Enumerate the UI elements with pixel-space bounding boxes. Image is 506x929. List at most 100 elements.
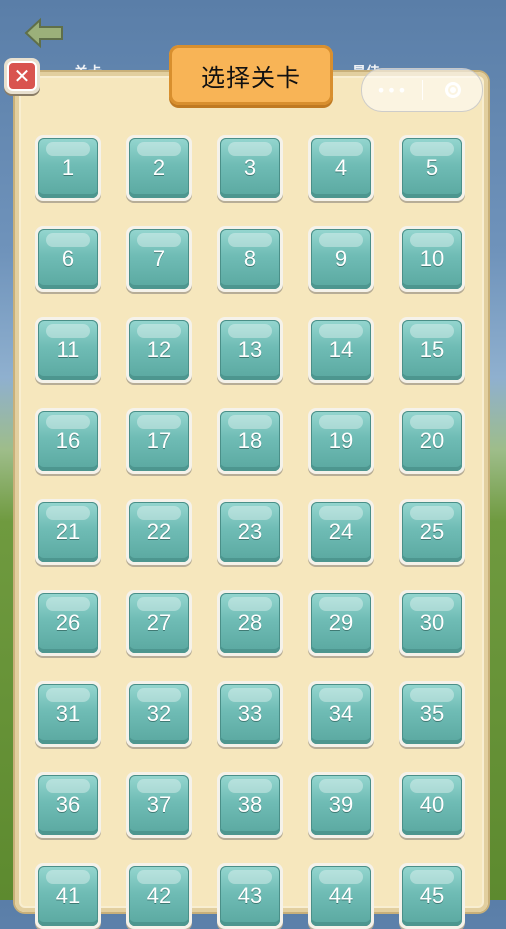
- level-button[interactable]: 36: [35, 772, 101, 838]
- level-button[interactable]: 45: [399, 863, 465, 929]
- level-number: 4: [334, 155, 348, 180]
- level-number: 45: [419, 883, 445, 908]
- level-button[interactable]: 22: [126, 499, 192, 565]
- level-button-face: 44: [311, 866, 371, 926]
- level-button-face: 7: [129, 229, 189, 289]
- level-button-face: 12: [129, 320, 189, 380]
- level-number: 12: [146, 337, 172, 362]
- level-number: 43: [237, 883, 263, 908]
- level-button-face: 45: [402, 866, 462, 926]
- level-button-face: 10: [402, 229, 462, 289]
- level-number: 6: [61, 246, 75, 271]
- level-button[interactable]: 30: [399, 590, 465, 656]
- level-button[interactable]: 43: [217, 863, 283, 929]
- level-button[interactable]: 15: [399, 317, 465, 383]
- level-button[interactable]: 21: [35, 499, 101, 565]
- level-button[interactable]: 18: [217, 408, 283, 474]
- level-button[interactable]: 34: [308, 681, 374, 747]
- level-button-face: 15: [402, 320, 462, 380]
- level-number: 37: [146, 792, 172, 817]
- level-button[interactable]: 12: [126, 317, 192, 383]
- level-button[interactable]: 17: [126, 408, 192, 474]
- level-button[interactable]: 29: [308, 590, 374, 656]
- level-button-face: 20: [402, 411, 462, 471]
- level-button[interactable]: 28: [217, 590, 283, 656]
- level-button-face: 19: [311, 411, 371, 471]
- level-number: 14: [328, 337, 354, 362]
- level-number: 23: [237, 519, 263, 544]
- level-number: 42: [146, 883, 172, 908]
- level-button[interactable]: 40: [399, 772, 465, 838]
- level-number: 18: [237, 428, 263, 453]
- level-button[interactable]: 27: [126, 590, 192, 656]
- level-button-face: 16: [38, 411, 98, 471]
- level-number: 28: [237, 610, 263, 635]
- level-number: 39: [328, 792, 354, 817]
- level-number: 40: [419, 792, 445, 817]
- level-button[interactable]: 5: [399, 135, 465, 201]
- level-button[interactable]: 41: [35, 863, 101, 929]
- level-button-face: 14: [311, 320, 371, 380]
- level-button-face: 23: [220, 502, 280, 562]
- level-number: 17: [146, 428, 172, 453]
- level-button-face: 42: [129, 866, 189, 926]
- level-number: 29: [328, 610, 354, 635]
- level-button[interactable]: 35: [399, 681, 465, 747]
- level-button[interactable]: 32: [126, 681, 192, 747]
- level-button[interactable]: 31: [35, 681, 101, 747]
- level-button-face: 13: [220, 320, 280, 380]
- level-button[interactable]: 10: [399, 226, 465, 292]
- level-button[interactable]: 16: [35, 408, 101, 474]
- level-button-face: 2: [129, 138, 189, 198]
- level-button-face: 5: [402, 138, 462, 198]
- level-button[interactable]: 44: [308, 863, 374, 929]
- level-button[interactable]: 20: [399, 408, 465, 474]
- level-button[interactable]: 39: [308, 772, 374, 838]
- level-button-face: 30: [402, 593, 462, 653]
- level-number: 9: [334, 246, 348, 271]
- level-button-face: 32: [129, 684, 189, 744]
- level-button[interactable]: 37: [126, 772, 192, 838]
- level-button-face: 26: [38, 593, 98, 653]
- level-number: 25: [419, 519, 445, 544]
- level-button[interactable]: 1: [35, 135, 101, 201]
- level-button-face: 25: [402, 502, 462, 562]
- level-button[interactable]: 8: [217, 226, 283, 292]
- level-number: 11: [56, 337, 80, 362]
- level-button[interactable]: 38: [217, 772, 283, 838]
- level-button[interactable]: 25: [399, 499, 465, 565]
- level-number: 13: [237, 337, 263, 362]
- level-button[interactable]: 26: [35, 590, 101, 656]
- level-button-face: 17: [129, 411, 189, 471]
- level-button[interactable]: 7: [126, 226, 192, 292]
- level-button[interactable]: 2: [126, 135, 192, 201]
- level-grid: 1 2 3 4 5 6 7 8 9 10 11 12 13 14 15 16 17 18 19 20 21 22 23 24 2…: [0, 0, 506, 929]
- level-button[interactable]: 6: [35, 226, 101, 292]
- level-button-face: 35: [402, 684, 462, 744]
- level-number: 2: [152, 155, 166, 180]
- level-button-face: 6: [38, 229, 98, 289]
- level-button-face: 33: [220, 684, 280, 744]
- level-number: 26: [55, 610, 81, 635]
- level-button[interactable]: 14: [308, 317, 374, 383]
- level-button[interactable]: 3: [217, 135, 283, 201]
- level-button-face: 11: [38, 320, 98, 380]
- level-number: 20: [419, 428, 445, 453]
- level-button[interactable]: 33: [217, 681, 283, 747]
- level-button[interactable]: 19: [308, 408, 374, 474]
- level-button-face: 3: [220, 138, 280, 198]
- level-button-face: 31: [38, 684, 98, 744]
- level-button[interactable]: 4: [308, 135, 374, 201]
- level-button-face: 41: [38, 866, 98, 926]
- level-button[interactable]: 9: [308, 226, 374, 292]
- level-button-face: 36: [38, 775, 98, 835]
- level-button-face: 39: [311, 775, 371, 835]
- level-button[interactable]: 24: [308, 499, 374, 565]
- level-number: 7: [152, 246, 166, 271]
- level-button[interactable]: 42: [126, 863, 192, 929]
- level-button[interactable]: 23: [217, 499, 283, 565]
- level-button-face: 18: [220, 411, 280, 471]
- level-button[interactable]: 11: [35, 317, 101, 383]
- level-number: 24: [328, 519, 354, 544]
- level-button[interactable]: 13: [217, 317, 283, 383]
